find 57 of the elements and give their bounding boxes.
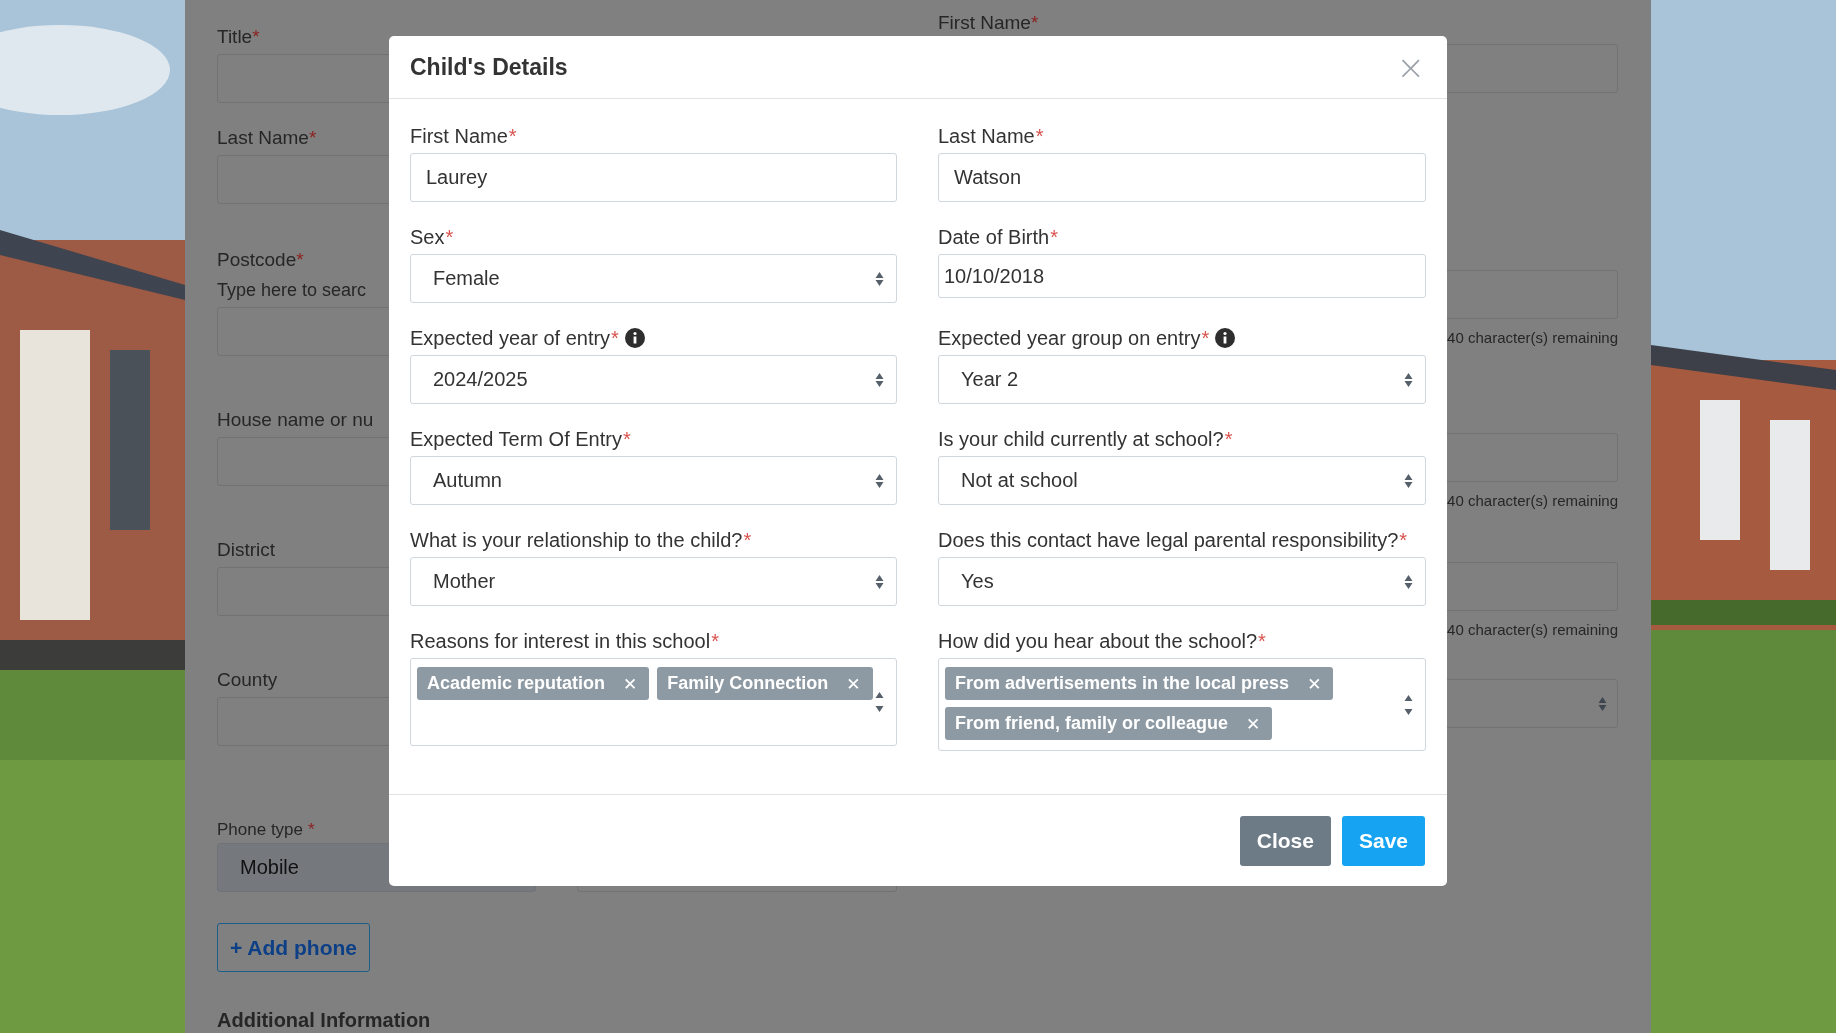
input-field[interactable]: Laurey [410,153,897,202]
selected-tag: From friend, family or colleague ✕ [945,707,1273,740]
field-label: Last Name* [217,127,317,149]
updown-arrow-icon [875,691,884,713]
updown-arrow-icon [1404,693,1413,716]
section-heading: Additional Information [217,1008,432,1032]
field-label: House name or nu [217,409,374,431]
multi-select-field[interactable]: From advertisements in the local press ✕ From friend, family or colleague ✕ [938,658,1426,751]
input-field[interactable]: Watson [938,153,1426,202]
field-label: Expected year group on entry* [938,326,1210,350]
updown-arrow-icon [875,573,884,590]
character-counter: 40 character(s) remaining [1447,492,1618,510]
info-icon[interactable] [1215,328,1236,348]
character-counter: 40 character(s) remaining [1447,329,1618,347]
field-label: Phone type * [217,819,315,841]
field-label: District [217,539,276,561]
selected-tag: From advertisements in the local press ✕ [945,667,1334,700]
selected-tag: Academic reputation ✕ [417,667,650,700]
modal-title: Child's Details [410,53,568,81]
updown-arrow-icon [1598,695,1607,712]
field-label: Is your child currently at school?* [938,427,1233,451]
field-label: County [217,669,278,691]
field-label: Does this contact have legal parental responsibility?* [938,528,1408,552]
select-field[interactable]: Autumn [410,456,897,505]
field-label: First Name* [410,124,517,148]
select-field[interactable]: Year 2 [938,355,1426,404]
date-field[interactable]: 10/10/2018 [938,254,1426,298]
add-phone-button[interactable]: + Add phone [217,923,370,972]
updown-arrow-icon [1404,573,1413,590]
select-field[interactable]: Female [410,254,897,303]
select-field[interactable]: Yes [938,557,1426,606]
field-label: First Name* [938,12,1040,34]
field-label: What is your relationship to the child?* [410,528,752,552]
select-field[interactable]: Mother [410,557,897,606]
updown-arrow-icon [875,270,884,287]
close-button[interactable]: Close [1239,816,1331,866]
field-label: Title* [217,26,260,48]
selected-tag: Family Connection ✕ [657,667,873,700]
field-label: Reasons for interest in this school* [410,629,719,653]
field-label: Date of Birth* [938,225,1058,249]
updown-arrow-icon [875,371,884,388]
character-counter: 40 character(s) remaining [1447,621,1618,639]
info-icon[interactable] [624,328,645,348]
field-label: Expected Term Of Entry* [410,427,631,451]
select-field[interactable]: Not at school [938,456,1426,505]
field-hint: Type here to searc [217,279,368,301]
field-label: Postcode* [217,249,304,271]
updown-arrow-icon [1404,371,1413,388]
select-field[interactable]: 2024/2025 [410,355,897,404]
save-button[interactable]: Save [1341,816,1425,866]
field-label: Expected year of entry* [410,326,619,350]
updown-arrow-icon [875,472,884,489]
updown-arrow-icon [1404,472,1413,489]
field-label: How did you hear about the school?* [938,629,1266,653]
field-label: Last Name* [938,124,1044,148]
multi-select-field[interactable]: Academic reputation ✕ Family Connection ✕ [410,658,897,746]
field-label: Sex* [410,225,454,249]
